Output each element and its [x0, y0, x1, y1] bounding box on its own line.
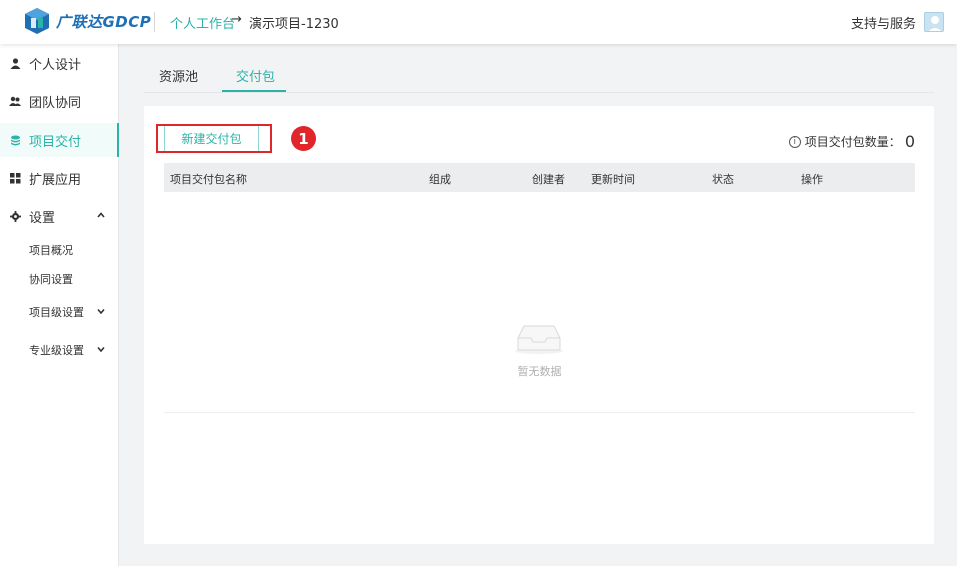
tab-bar: 资源池 交付包 [144, 56, 934, 93]
gdcp-logo-icon[interactable] [22, 6, 52, 36]
support-link[interactable]: 支持与服务 [851, 13, 916, 32]
sidebar: 个人设计 团队协同 项目交付 扩展应用 设置 项目概况 协同设置 项目级设置 专… [0, 44, 119, 566]
chevron-up-icon [97, 210, 105, 221]
column-header-creator: 创建者 [532, 173, 565, 186]
sidebar-subitem-collab-settings[interactable]: 协同设置 [0, 266, 119, 292]
empty-inbox-icon [515, 325, 563, 354]
package-count-value: 0 [904, 132, 915, 151]
sidebar-item-label: 个人设计 [29, 57, 82, 73]
brand-name: 广联达GDCP [56, 13, 152, 31]
column-header-name: 项目交付包名称 [170, 173, 247, 186]
avatar-icon [928, 16, 942, 31]
chevron-down-icon [97, 306, 105, 317]
sidebar-item-personal-design[interactable]: 个人设计 [0, 46, 119, 80]
package-count-label: 项目交付包数量： [804, 135, 901, 149]
delivery-package-panel: 新建交付包 1 i 项目交付包数量： 0 项目交付包名称 组成 创建者 更新时间… [144, 106, 934, 544]
column-header-actions: 操作 [801, 173, 823, 186]
active-tab-indicator [222, 90, 286, 92]
tab-delivery-package[interactable]: 交付包 [236, 66, 275, 85]
grid-icon [9, 172, 21, 184]
info-icon: i [788, 135, 801, 148]
sidebar-subitem-label: 协同设置 [29, 273, 73, 286]
sidebar-item-label: 团队协同 [29, 95, 82, 111]
package-count: i 项目交付包数量： 0 [788, 132, 915, 151]
breadcrumb-arrow-icon: → [231, 12, 242, 27]
sidebar-item-label: 扩展应用 [29, 172, 82, 188]
avatar[interactable] [924, 12, 944, 32]
sidebar-subitem-project-overview[interactable]: 项目概况 [0, 237, 119, 263]
sidebar-subitem-label: 项目级设置 [29, 306, 84, 319]
breadcrumb-home-link[interactable]: 个人工作台 [170, 13, 235, 32]
top-header: 广联达GDCP 个人工作台 → 演示项目-1230 支持与服务 [0, 0, 957, 44]
sidebar-subitem-label: 专业级设置 [29, 344, 84, 357]
header-divider [154, 12, 155, 32]
sidebar-item-team-collab[interactable]: 团队协同 [0, 84, 119, 118]
annotation-step-badge: 1 [291, 126, 316, 151]
tab-resource-pool[interactable]: 资源池 [159, 66, 198, 85]
table-empty-state: 暂无数据 [164, 192, 915, 413]
empty-state-text: 暂无数据 [517, 365, 562, 378]
chevron-down-icon [97, 344, 105, 355]
sidebar-item-settings[interactable]: 设置 [0, 199, 119, 233]
breadcrumb-project: 演示项目-1230 [249, 17, 339, 32]
sidebar-item-label: 项目交付 [29, 134, 82, 150]
sidebar-item-extensions[interactable]: 扩展应用 [0, 161, 119, 195]
stack-icon [9, 134, 21, 146]
sidebar-subitem-project-level-settings[interactable]: 项目级设置 [0, 299, 119, 325]
column-header-updated-time: 更新时间 [591, 173, 635, 186]
column-header-composition: 组成 [429, 173, 451, 186]
team-icon [9, 95, 21, 107]
sidebar-subitem-discipline-level-settings[interactable]: 专业级设置 [0, 337, 119, 363]
column-header-status: 状态 [712, 173, 734, 186]
sidebar-item-label: 设置 [29, 210, 56, 226]
sidebar-subitem-label: 项目概况 [29, 244, 73, 257]
sidebar-item-project-delivery[interactable]: 项目交付 [0, 123, 119, 157]
table-header: 项目交付包名称 组成 创建者 更新时间 状态 操作 [164, 163, 915, 192]
user-icon [9, 57, 21, 69]
gear-icon [9, 210, 21, 222]
annotation-highlight-box [156, 124, 272, 153]
